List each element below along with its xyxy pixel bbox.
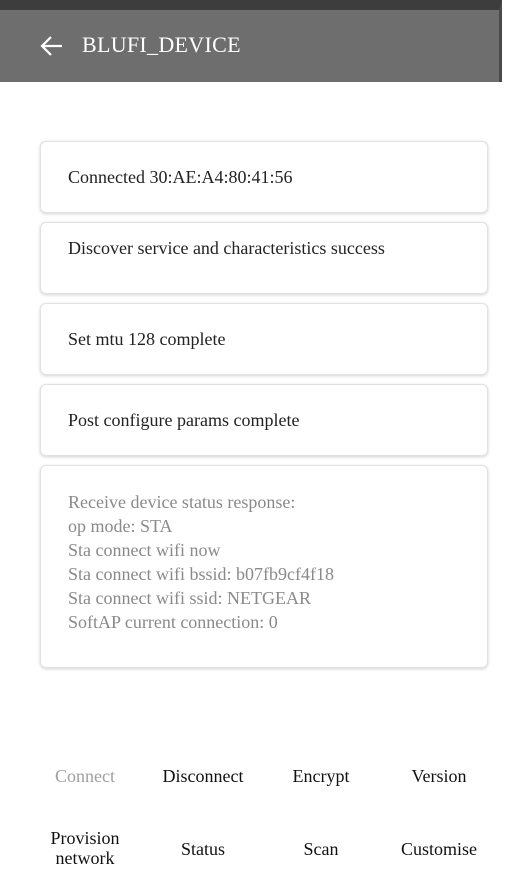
status-line: Receive device status response: xyxy=(68,492,296,512)
scan-button[interactable]: Scan xyxy=(262,839,380,859)
provision-network-button[interactable]: Provision network xyxy=(26,828,144,868)
status-line: SoftAP current connection: 0 xyxy=(68,612,278,632)
disconnect-button[interactable]: Disconnect xyxy=(144,766,262,786)
message-card-post-configure: Post configure params complete xyxy=(40,384,488,456)
status-card: Receive device status response: op mode:… xyxy=(40,465,488,668)
customise-button[interactable]: Customise xyxy=(380,839,498,859)
connect-button[interactable]: Connect xyxy=(26,766,144,786)
message-text: Set mtu 128 complete xyxy=(68,328,226,349)
app-bar: BLUFI_DEVICE xyxy=(0,0,502,82)
page-title: BLUFI_DEVICE xyxy=(82,32,241,57)
encrypt-button[interactable]: Encrypt xyxy=(262,766,380,786)
message-text: Discover service and characteristics suc… xyxy=(68,238,385,258)
message-text: Post configure params complete xyxy=(68,409,300,430)
status-line: Sta connect wifi now xyxy=(68,540,221,560)
provision-label-line1: Provision xyxy=(50,828,120,848)
status-line: Sta connect wifi ssid: NETGEAR xyxy=(68,588,311,608)
provision-label-line2: network xyxy=(55,848,115,868)
message-text: Connected 30:AE:A4:80:41:56 xyxy=(68,166,293,187)
message-card-discover: Discover service and characteristics suc… xyxy=(40,222,488,294)
status-line: op mode: STA xyxy=(68,516,173,536)
message-card-mtu: Set mtu 128 complete xyxy=(40,303,488,375)
version-button[interactable]: Version xyxy=(380,766,498,786)
arrow-left-icon[interactable] xyxy=(38,32,66,60)
status-button[interactable]: Status xyxy=(144,839,262,859)
status-line: Sta connect wifi bssid: b07fb9cf4f18 xyxy=(68,564,334,584)
action-button-grid: Connect Disconnect Encrypt Version Provi… xyxy=(26,748,498,888)
message-card-connected: Connected 30:AE:A4:80:41:56 xyxy=(40,141,488,213)
